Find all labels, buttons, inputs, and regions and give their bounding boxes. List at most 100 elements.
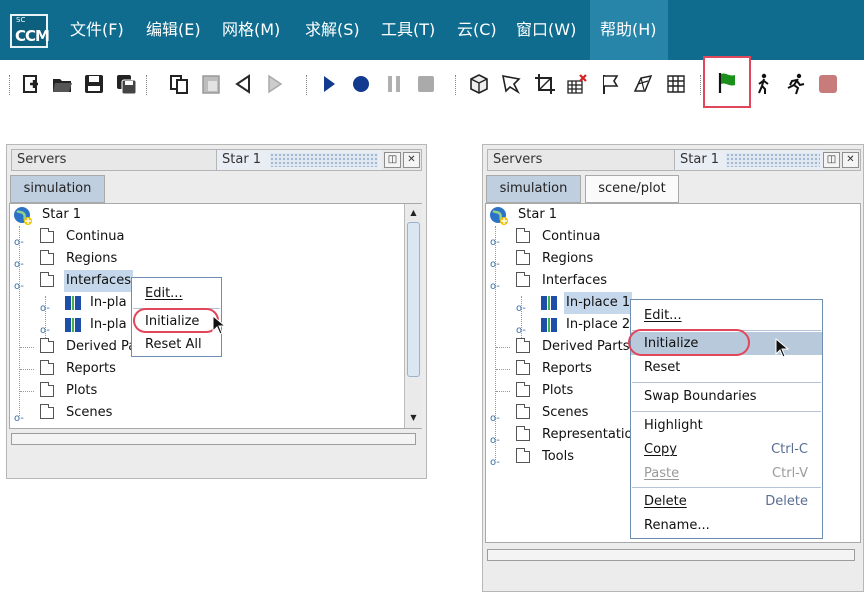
expand-handle-icon[interactable]: o- [40,298,50,320]
menu-cloud[interactable]: 云(C) [447,0,507,60]
tab-star-1-label: Star 1 [680,152,720,167]
new-file-icon[interactable] [20,73,42,95]
scroll-thumb[interactable] [407,222,420,377]
tree-label: Derived Parts [542,339,630,354]
tree-guide [496,369,510,370]
menu-edit[interactable]: 编辑(E) [136,0,211,60]
horizontal-scrollbar[interactable] [11,433,416,445]
menu-window[interactable]: 窗口(W) [506,0,586,60]
mesh-cube-icon[interactable] [468,73,490,95]
menu-file[interactable]: 文件(F) [60,0,134,60]
vertical-scrollbar[interactable]: ▲ ▼ [404,204,422,428]
play-icon[interactable] [318,73,340,95]
scroll-up-icon[interactable]: ▲ [406,205,421,220]
paste-icon[interactable] [200,73,222,95]
initialize-highlight-ring [628,329,750,356]
surface-icon[interactable] [632,73,654,95]
expand-handle-icon[interactable]: o- [490,232,500,254]
menu-item-paste: Paste Ctrl-V [631,462,822,485]
menu-separator [632,411,821,412]
subtab-scene-plot[interactable]: scene/plot [585,175,679,203]
stop-icon[interactable] [415,73,437,95]
tree-guide [496,391,510,392]
tab-servers[interactable]: Servers [488,150,674,170]
toolbar-separator [700,75,702,95]
expand-handle-icon[interactable]: o- [490,408,500,430]
close-icon[interactable]: ✕ [403,152,420,168]
globe-icon [490,207,508,225]
menu-item-delete[interactable]: Delete Delete [631,490,822,513]
tab-star-1-label: Star 1 [222,152,262,167]
grid-delete-icon[interactable] [566,73,588,95]
tree-label: Regions [542,251,594,266]
horizontal-scrollbar[interactable] [487,549,855,561]
menu-mesh[interactable]: 网格(M) [212,0,290,60]
right-panel: Servers Star 1 ◫ ✕ simulation scene/plot… [482,144,864,592]
menu-item-label: Edit... [145,286,183,301]
subtab-simulation[interactable]: simulation [486,175,581,203]
menu-item-highlight[interactable]: Highlight [631,414,822,437]
interface-icon [541,296,557,310]
table-grid-icon[interactable] [665,73,687,95]
menu-item-rename[interactable]: Rename... [631,514,822,537]
crop-icon[interactable] [534,73,556,95]
menu-help[interactable]: 帮助(H) [590,0,668,60]
collapse-handle-icon[interactable]: o- [490,276,500,298]
mouse-cursor-icon [212,315,226,335]
toolbar-separator [9,75,11,95]
expand-handle-icon[interactable]: o- [490,254,500,276]
menu-bar: SC CCM 文件(F) 编辑(E) 网格(M) 求解(S) 工具(T) 云(C… [0,0,864,60]
expand-handle-icon[interactable]: o- [14,254,24,276]
flag-outline-icon[interactable] [600,73,622,95]
subtab-simulation[interactable]: simulation [10,175,105,203]
tree-label: Plots [66,383,98,398]
menu-item-swap-boundaries[interactable]: Swap Boundaries [631,385,822,408]
menu-tools[interactable]: 工具(T) [371,0,445,60]
logo-text: CCM [15,27,50,45]
tab-servers[interactable]: Servers [12,150,216,170]
record-icon[interactable] [350,73,372,95]
menu-item-edit[interactable]: Edit... [631,304,822,327]
save-all-icon[interactable] [115,73,137,95]
title-grip [270,153,378,167]
initialize-flag-icon[interactable] [716,72,738,94]
open-folder-icon[interactable] [51,73,73,95]
expand-handle-icon[interactable]: o- [14,232,24,254]
menu-solve[interactable]: 求解(S) [295,0,370,60]
restore-icon[interactable]: ◫ [823,152,840,168]
panel-header: Servers Star 1 ◫ ✕ [11,149,422,171]
expand-handle-icon[interactable]: o- [490,430,500,452]
step-back-icon[interactable] [232,73,254,95]
interface-icon [65,296,81,310]
filter-icon[interactable] [500,73,522,95]
restore-icon[interactable]: ◫ [384,152,401,168]
menu-item-edit[interactable]: Edit... [132,282,221,305]
collapse-handle-icon[interactable]: o- [14,276,24,298]
tree-guide [20,391,34,392]
scroll-down-icon[interactable]: ▼ [406,410,421,425]
menu-item-label: Paste [644,466,680,481]
run-icon[interactable] [784,73,806,95]
pause-icon[interactable] [383,73,405,95]
menu-item-label: Edit... [644,308,682,323]
tree-label: Representatio [542,427,633,442]
step-forward-icon[interactable] [264,73,286,95]
copy-icon[interactable] [168,73,190,95]
tree-label: Plots [542,383,574,398]
folder-icon [516,426,530,441]
left-panel: Servers Star 1 ◫ ✕ simulation Star 1 o- … [6,144,427,479]
folder-icon [40,250,54,265]
tree-label: In-pla [90,317,127,332]
expand-handle-icon[interactable]: o- [490,452,500,474]
menu-item-copy[interactable]: Copy Ctrl-C [631,438,822,461]
stop-square-icon[interactable] [817,73,839,95]
interface-icon [541,318,557,332]
expand-handle-icon[interactable]: o- [516,298,526,320]
expand-handle-icon[interactable]: o- [14,408,24,430]
menu-item-reset-all[interactable]: Reset All [132,333,221,356]
walk-icon[interactable] [752,73,774,95]
menu-item-reset[interactable]: Reset [631,356,822,379]
close-icon[interactable]: ✕ [842,152,859,168]
tree-label: In-pla [90,295,127,310]
save-icon[interactable] [83,73,105,95]
